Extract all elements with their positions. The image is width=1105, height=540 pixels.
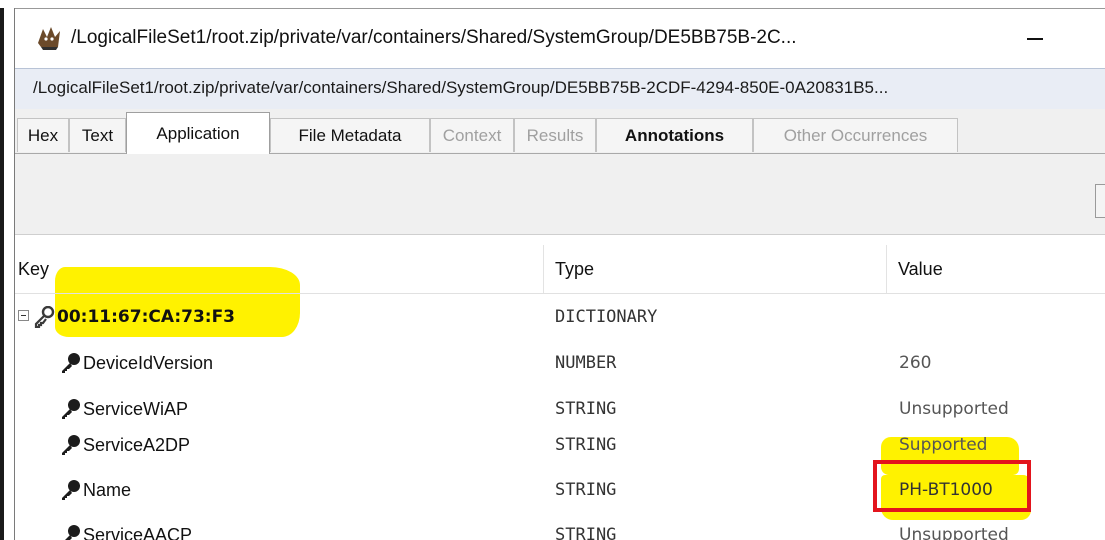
key-icon [34, 306, 55, 328]
table-row[interactable]: ServiceAACP STRING Unsupported [15, 512, 1105, 540]
cropped-top-strip [0, 0, 1105, 8]
key-icon [62, 399, 80, 419]
table-row[interactable]: 00:11:67:CA:73:F3 DICTIONARY [15, 294, 1105, 340]
tab-application[interactable]: Application [126, 112, 270, 154]
row-type: NUMBER [555, 353, 617, 373]
key-icon [62, 353, 80, 373]
row-type: STRING [555, 525, 617, 540]
column-header-type[interactable]: Type [555, 245, 875, 293]
tab-results[interactable]: Results [514, 118, 596, 152]
row-key: ServiceA2DP [83, 434, 191, 455]
column-header-key[interactable]: Key [18, 245, 543, 293]
minimize-icon [1027, 38, 1043, 40]
row-key: Name [83, 479, 132, 500]
column-header-value[interactable]: Value [898, 245, 1098, 293]
viewer-tab-bar: Hex Text Application File Metadata Conte… [15, 109, 1105, 154]
tab-other-occurrences[interactable]: Other Occurrences [753, 118, 958, 152]
toolbar-button[interactable] [1095, 184, 1105, 218]
key-icon [62, 435, 80, 455]
row-key: ServiceAACP [83, 524, 193, 540]
row-type: STRING [555, 480, 617, 500]
collapse-toggle-icon[interactable] [18, 310, 29, 321]
annotation-red-box [873, 460, 1031, 512]
row-value: Unsupported [899, 525, 1009, 540]
minimize-button[interactable] [1015, 19, 1055, 59]
tab-file-metadata[interactable]: File Metadata [270, 118, 430, 152]
title-bar[interactable]: /LogicalFileSet1/root.zip/private/var/co… [15, 8, 1105, 69]
row-key: 00:11:67:CA:73:F3 [57, 307, 236, 327]
table-row[interactable]: DeviceIdVersion NUMBER 260 [15, 340, 1105, 386]
left-window-frame-gap [4, 8, 14, 540]
file-path-bar: /LogicalFileSet1/root.zip/private/var/co… [15, 68, 1105, 110]
column-divider[interactable] [543, 245, 544, 293]
row-type: DICTIONARY [555, 307, 658, 327]
key-icon [62, 480, 80, 500]
file-path: /LogicalFileSet1/root.zip/private/var/co… [33, 78, 889, 97]
column-divider[interactable] [886, 245, 887, 293]
tab-hex[interactable]: Hex [17, 118, 69, 152]
table-header: Key Type Value [15, 245, 1105, 294]
tab-context[interactable]: Context [430, 118, 514, 152]
row-type: STRING [555, 435, 617, 455]
plist-table: Key Type Value 00:11:67:CA:73:F3 DICTION… [15, 245, 1105, 540]
tab-text[interactable]: Text [69, 118, 126, 152]
key-icon [65, 525, 80, 540]
tab-annotations[interactable]: Annotations [596, 118, 753, 152]
app-logo-icon [38, 27, 60, 50]
row-key: DeviceIdVersion [83, 352, 214, 373]
window-title: /LogicalFileSet1/root.zip/private/var/co… [71, 27, 797, 48]
application-toolbar [15, 154, 1105, 235]
forensic-viewer-window: /LogicalFileSet1/root.zip/private/var/co… [0, 0, 1105, 540]
row-value: 260 [899, 353, 932, 373]
